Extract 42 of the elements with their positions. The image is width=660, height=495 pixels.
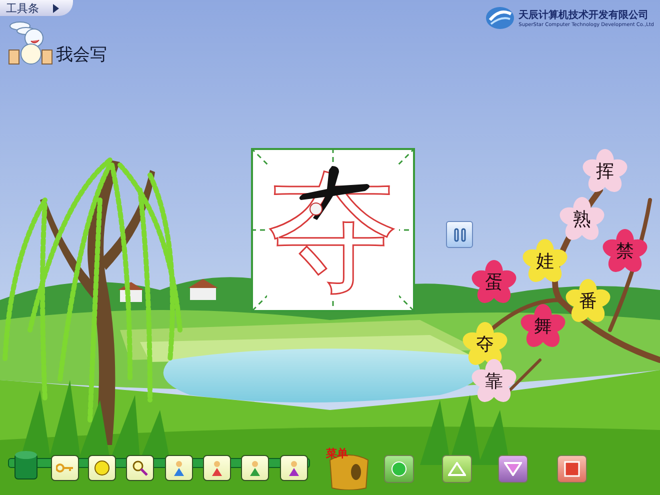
pause-button[interactable] <box>446 221 473 248</box>
picture-button[interactable] <box>280 455 308 481</box>
arrow-icon <box>53 4 59 12</box>
flower-word[interactable]: 熟 <box>573 210 591 230</box>
toolbar-tab[interactable]: 工具条 <box>0 0 73 16</box>
title-text: 我会写 <box>56 44 107 66</box>
picture-button[interactable] <box>165 455 193 481</box>
pause-icon <box>454 228 466 242</box>
flower-word[interactable]: 挥 <box>596 162 614 182</box>
figure-icon <box>171 459 187 477</box>
figure-icon <box>209 459 225 477</box>
flower-word[interactable]: 舞 <box>534 317 552 337</box>
cylinder-icon[interactable] <box>14 450 38 480</box>
swirl-logo-icon <box>484 6 515 30</box>
down-button[interactable] <box>498 455 528 483</box>
flower-word[interactable]: 蛋 <box>485 273 503 293</box>
picture-button[interactable] <box>203 455 231 481</box>
circle-icon <box>391 461 407 477</box>
triangle-down-icon <box>504 462 522 476</box>
figure-icon <box>247 459 263 477</box>
flower-word[interactable]: 靠 <box>485 372 503 392</box>
key-icon <box>56 463 74 473</box>
circle-icon <box>94 460 110 476</box>
stop-button[interactable] <box>557 455 587 483</box>
magnifier-button[interactable] <box>126 455 154 481</box>
flower-word[interactable]: 禁 <box>616 242 634 262</box>
square-icon <box>564 461 580 477</box>
picture-button[interactable] <box>241 455 269 481</box>
figure-icon <box>286 459 302 477</box>
pen-tip-icon <box>309 202 323 216</box>
key-button[interactable] <box>51 455 79 481</box>
house-icon <box>188 279 218 300</box>
circle-button[interactable] <box>384 455 414 483</box>
flower-word[interactable]: 娃 <box>536 252 554 272</box>
magnifier-icon <box>132 460 148 476</box>
triangle-up-icon <box>448 462 466 476</box>
up-button[interactable] <box>442 455 472 483</box>
circle-button[interactable] <box>88 455 116 481</box>
flower-word[interactable]: 番 <box>579 292 597 312</box>
company-name: 天辰计算机技术开发有限公司 <box>518 8 650 22</box>
house-icon <box>118 282 144 302</box>
flower-word[interactable]: 夺 <box>476 335 494 355</box>
